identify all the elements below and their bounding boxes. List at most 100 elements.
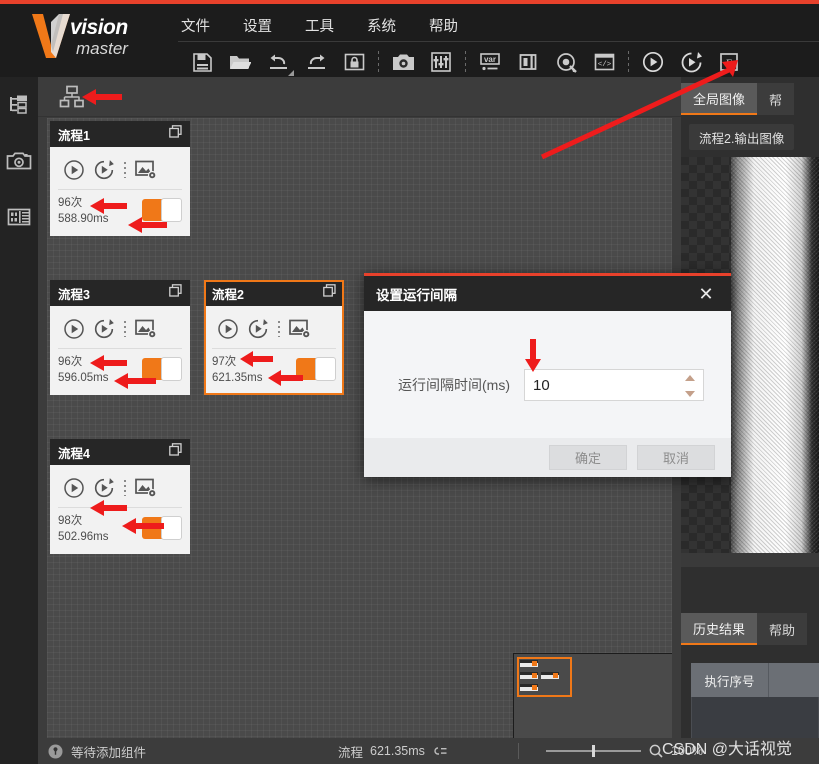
flow-run-once-button[interactable] xyxy=(59,155,89,185)
svg-text:var: var xyxy=(484,55,496,64)
right-panel-tabs: 全局图像 帮 xyxy=(681,81,795,115)
toolbar-undo[interactable] xyxy=(259,45,297,79)
flow-card-title: 流程2 xyxy=(212,287,244,302)
toolbar-frame[interactable]: F xyxy=(710,45,748,79)
camera-icon xyxy=(392,54,414,70)
workspace-hierarchy-button[interactable] xyxy=(50,78,94,116)
maximize-icon[interactable] xyxy=(169,443,182,461)
main-toolbar: var </> F xyxy=(183,45,748,79)
menu-bar: 文件 设置 工具 系统 帮助 xyxy=(178,12,461,38)
flow-image-settings-button[interactable] xyxy=(285,314,315,344)
rail-modules[interactable] xyxy=(0,189,38,245)
flow-card-header: 流程4 xyxy=(50,439,190,465)
toolbar-parameters[interactable] xyxy=(422,45,460,79)
tab-history-results[interactable]: 历史结果 xyxy=(681,613,758,645)
logo-brand-sub: master xyxy=(76,39,128,58)
play-icon xyxy=(218,319,238,339)
play-icon xyxy=(64,478,84,498)
flow-card-1[interactable]: 流程1 96次 588.90ms xyxy=(50,121,190,236)
toolbar-undo-dropdown-caret[interactable] xyxy=(288,70,294,76)
zoom-slider-thumb[interactable] xyxy=(592,745,595,757)
cancel-button[interactable]: 取消 xyxy=(637,445,715,470)
tab-help-partial[interactable]: 帮 xyxy=(757,83,795,115)
redo-icon xyxy=(307,54,325,69)
flow-run-once-button[interactable] xyxy=(213,314,243,344)
flow-image-settings-button[interactable] xyxy=(131,473,161,503)
zoom-slider[interactable] xyxy=(546,745,641,757)
flow-enable-toggle[interactable] xyxy=(142,198,182,222)
flow-card-3[interactable]: 流程3 96次 596.05ms xyxy=(50,280,190,395)
status-flow-duration: 621.35ms xyxy=(370,744,425,758)
toolbar-open[interactable] xyxy=(221,45,259,79)
flow-continuous-run-button[interactable] xyxy=(243,314,273,344)
menu-settings[interactable]: 设置 xyxy=(240,13,275,38)
menu-system[interactable]: 系统 xyxy=(364,13,399,38)
maximize-icon[interactable] xyxy=(323,284,336,302)
interval-input[interactable]: 10 xyxy=(524,369,704,401)
stepper-down-icon[interactable] xyxy=(685,391,695,397)
flow-card-more-menu[interactable] xyxy=(273,314,285,344)
flow-card-2[interactable]: 流程2 97次 621.35ms xyxy=(204,280,344,395)
save-icon xyxy=(192,52,212,72)
flow-card-more-menu[interactable] xyxy=(119,314,131,344)
flow-run-once-button[interactable] xyxy=(59,314,89,344)
flow-continuous-run-button[interactable] xyxy=(89,473,119,503)
toolbar-lock[interactable] xyxy=(335,45,373,79)
confirm-button[interactable]: 确定 xyxy=(549,445,627,470)
minimap-card xyxy=(520,672,538,679)
rail-camera[interactable] xyxy=(0,133,38,189)
tab-help[interactable]: 帮助 xyxy=(757,613,808,645)
open-folder-icon xyxy=(230,55,251,69)
toolbar-camera[interactable] xyxy=(384,45,422,79)
status-flow-label: 流程 xyxy=(338,745,364,760)
image-settings-icon xyxy=(288,319,310,338)
chain-icon xyxy=(434,747,447,755)
toolbar-separator xyxy=(460,45,471,79)
toolbar-calibration[interactable] xyxy=(547,45,585,79)
close-icon[interactable]: ✕ xyxy=(693,281,719,307)
menu-help[interactable]: 帮助 xyxy=(426,13,461,38)
stepper-up-icon[interactable] xyxy=(685,375,695,381)
column-exec-index[interactable]: 执行序号 xyxy=(691,663,769,697)
interval-field-row: 运行间隔时间(ms) 10 xyxy=(398,369,704,401)
tab-global-image[interactable]: 全局图像 xyxy=(681,83,758,115)
toolbar-module[interactable] xyxy=(509,45,547,79)
status-message: 等待添加组件 xyxy=(71,745,147,760)
flow-run-once-button[interactable] xyxy=(59,473,89,503)
magnifier-icon[interactable] xyxy=(649,744,663,758)
table-header-row: 执行序号 xyxy=(691,663,819,697)
maximize-icon[interactable] xyxy=(169,284,182,302)
flow-card-stats: 98次 502.96ms xyxy=(50,508,190,554)
dialog-title-bar[interactable]: 设置运行间隔 ✕ xyxy=(364,276,731,311)
flow-card-more-menu[interactable] xyxy=(119,473,131,503)
toolbar-continuous-run[interactable] xyxy=(672,45,710,79)
flow-enable-toggle[interactable] xyxy=(296,357,336,381)
app-logo: vision master xyxy=(18,10,158,70)
maximize-icon[interactable] xyxy=(169,125,182,143)
flow-card-4[interactable]: 流程4 98次 502.96ms xyxy=(50,439,190,554)
flow-card-actions xyxy=(204,312,344,346)
flow-card-more-menu[interactable] xyxy=(119,155,131,185)
flow-enable-toggle[interactable] xyxy=(142,357,182,381)
image-source-label: 流程2.输出图像 xyxy=(689,124,795,150)
toolbar-save[interactable] xyxy=(183,45,221,79)
flow-continuous-run-button[interactable] xyxy=(89,314,119,344)
toolbar-variable[interactable]: var xyxy=(471,45,509,79)
toolbar-redo[interactable] xyxy=(297,45,335,79)
flow-card-body: 96次 588.90ms xyxy=(50,147,190,236)
menu-file[interactable]: 文件 xyxy=(178,13,213,38)
column-blank[interactable] xyxy=(769,663,819,697)
interval-stepper[interactable] xyxy=(684,375,696,397)
flow-image-settings-button[interactable] xyxy=(131,155,161,185)
rail-flow-tree[interactable] xyxy=(0,77,38,133)
run-interval-dialog[interactable]: 设置运行间隔 ✕ 运行间隔时间(ms) 10 确定 取消 xyxy=(364,273,731,477)
menu-tools[interactable]: 工具 xyxy=(302,13,337,38)
status-divider xyxy=(518,743,519,759)
toolbar-script[interactable]: </> xyxy=(585,45,623,79)
flow-image-settings-button[interactable] xyxy=(131,314,161,344)
toolbar-run-once[interactable] xyxy=(634,45,672,79)
play-icon xyxy=(642,51,664,73)
right-panel-bottom-tabs: 历史结果 帮助 xyxy=(681,609,808,645)
flow-continuous-run-button[interactable] xyxy=(89,155,119,185)
flow-enable-toggle[interactable] xyxy=(142,516,182,540)
